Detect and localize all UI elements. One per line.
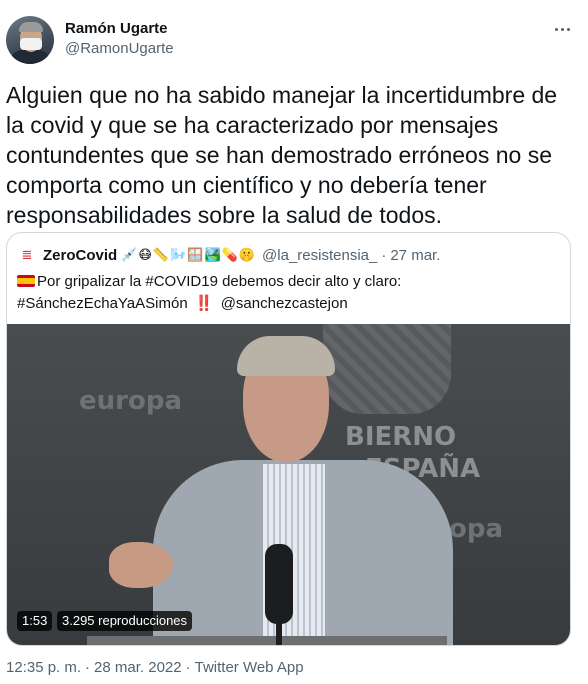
quoted-date[interactable]: 27 mar. xyxy=(390,247,440,264)
tweet-text: Alguien que no ha sabido manejar la ince… xyxy=(6,82,558,228)
more-horizontal-icon[interactable] xyxy=(551,22,573,36)
video-duration-badge: 1:53 xyxy=(17,611,53,631)
tweet-metadata: 12:35 p. m. · 28 mar. 2022 · Twitter Web App xyxy=(6,659,304,676)
quoted-tweet-header: ≣ ZeroCovid 💉😷📏🌬️🪟🏞️💊🤫 @la_resistensia_ … xyxy=(17,245,440,265)
quoted-dot-separator: · xyxy=(381,246,387,264)
video-views-badge: 3.295 reproducciones xyxy=(57,611,193,631)
footer-separator-2: · xyxy=(185,659,191,676)
video-player[interactable]: europa BIERNO ESPAÑA europa 1:53 3.295 r… xyxy=(7,324,570,645)
tweet-date[interactable]: 28 mar. 2022 xyxy=(94,659,182,676)
quoted-text-line-1: Por gripalizar la #COVID19 debemos decir… xyxy=(17,271,562,293)
spain-flag-icon xyxy=(17,275,35,287)
footer-separator-1: · xyxy=(85,659,91,676)
microphone xyxy=(265,544,293,624)
microphone-stand xyxy=(276,620,282,645)
author-name[interactable]: Ramón Ugarte xyxy=(65,20,168,37)
double-exclamation-icon: ‼️ xyxy=(194,295,214,312)
speaker-hand xyxy=(109,542,173,588)
quoted-author-handle[interactable]: @la_resistensia_ xyxy=(262,247,377,264)
quoted-tweet[interactable]: ≣ ZeroCovid 💉😷📏🌬️🪟🏞️💊🤫 @la_resistensia_ … xyxy=(6,232,571,646)
quoted-text-sentence: Por gripalizar la #COVID19 debemos decir… xyxy=(37,273,402,290)
tweet-source[interactable]: Twitter Web App xyxy=(195,659,304,676)
podium xyxy=(87,636,447,645)
mention-link[interactable]: @sanchezcastejon xyxy=(221,295,348,312)
quoted-author-name[interactable]: ZeroCovid xyxy=(43,247,117,264)
hashtag-link[interactable]: #SánchezEchaYaASimón xyxy=(17,295,188,312)
avatar-hair xyxy=(19,22,43,32)
avatar-body xyxy=(10,50,50,64)
tweet-time[interactable]: 12:35 p. m. xyxy=(6,659,81,676)
speaker-hair xyxy=(237,336,335,376)
avatar[interactable] xyxy=(6,16,54,64)
quoted-tweet-text: Por gripalizar la #COVID19 debemos decir… xyxy=(17,271,562,315)
author-handle[interactable]: @RamonUgarte xyxy=(65,40,174,57)
background-word-gobierno: BIERNO xyxy=(345,422,457,452)
quoted-author-emojis: 💉😷📏🌬️🪟🏞️💊🤫 xyxy=(121,247,257,262)
coat-of-arms xyxy=(323,324,451,414)
background-logo-left: europa xyxy=(79,386,182,416)
quoted-avatar-icon[interactable]: ≣ xyxy=(17,245,37,265)
quoted-text-line-2: #SánchezEchaYaASimón ‼️ @sanchezcastejon xyxy=(17,293,562,315)
avatar-mask xyxy=(20,38,42,50)
